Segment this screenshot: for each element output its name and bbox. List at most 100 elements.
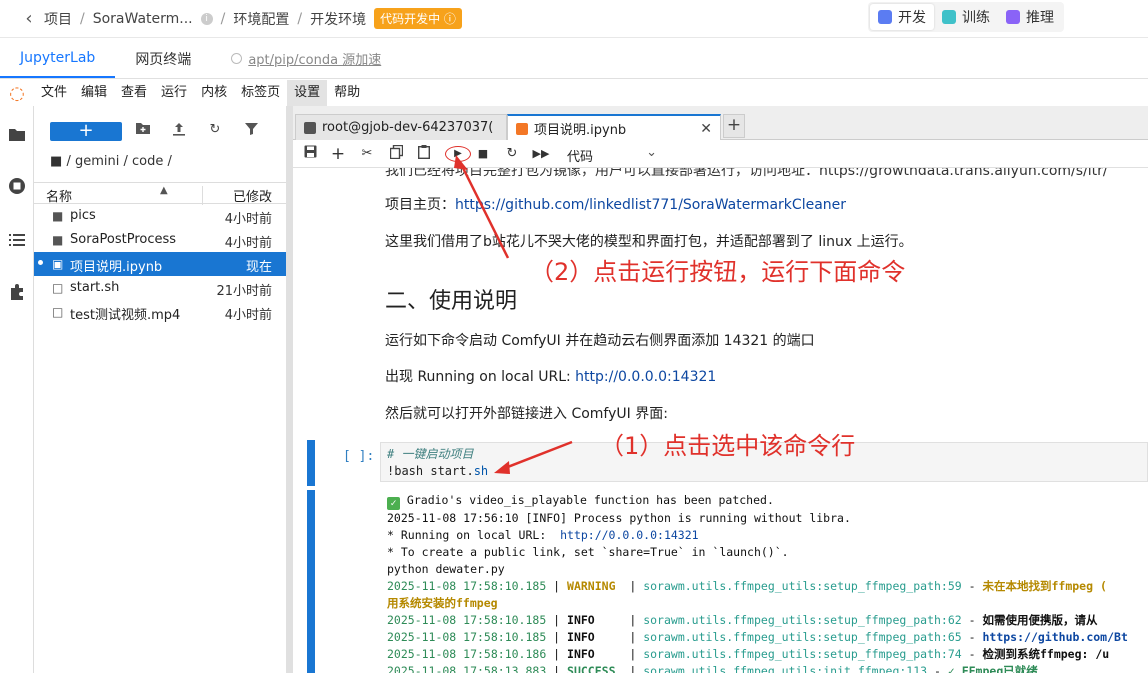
- toc-icon[interactable]: [7, 230, 27, 250]
- file-name: test测试视频.mp4: [70, 308, 181, 323]
- folder-icon: ■: [50, 154, 63, 169]
- file-name: SoraPostProcess: [70, 232, 177, 247]
- chevron-down-icon: ⌄: [646, 145, 657, 160]
- markdown-credit: 这里我们借用了b站花儿不哭大佬的模型和界面打包，并适配部署到了 linux 上运…: [385, 234, 913, 250]
- markdown-homepage: 项目主页：https://github.com/linkedlist771/So…: [385, 197, 847, 213]
- menu-kernel[interactable]: 内核: [194, 80, 234, 106]
- breadcrumb[interactable]: ■ / gemini / code /: [50, 154, 172, 169]
- file-row-start-sh[interactable]: □ start.sh 21小时前: [34, 276, 286, 300]
- cell-output: ✓ Gradio's video_is_playable function ha…: [387, 493, 1128, 673]
- file-modified: 现在: [245, 260, 272, 275]
- tab-label: root@gjob-dev-64237037(: [322, 120, 494, 135]
- notebook-icon: [516, 122, 528, 135]
- stop-icon[interactable]: ■: [474, 145, 492, 163]
- output-url-link[interactable]: http://0.0.0.0:14321: [560, 528, 698, 542]
- close-icon[interactable]: ✕: [700, 121, 712, 137]
- code-command: !bash start.sh: [387, 464, 489, 478]
- breadcrumb-separator: /: [80, 10, 85, 27]
- file-browser: + ↻ ■ / gemini / code / 名称 ▲ 已修改 ■ pics …: [34, 106, 286, 673]
- menu-run[interactable]: 运行: [154, 80, 194, 106]
- mode-switcher: 开发 训练 推理: [868, 2, 1064, 32]
- local-url-link[interactable]: http://0.0.0.0:14321: [575, 369, 716, 385]
- notebook-content: 我们已经将项目完整打包为镜像，用户可以直接部署运行，访问地址：https://g…: [293, 168, 1148, 673]
- folder-icon: ■: [52, 209, 64, 223]
- new-tab-button[interactable]: +: [723, 114, 745, 138]
- folder-icon: ■: [52, 233, 64, 247]
- insert-cell-icon[interactable]: +: [329, 145, 347, 163]
- cell-prompt: [ ]:: [343, 449, 375, 464]
- cell-collapser[interactable]: [307, 440, 315, 486]
- mode-train[interactable]: 训练: [934, 4, 998, 30]
- folder-icon[interactable]: [7, 124, 27, 144]
- annotation-step-1: （1）点击选中该命令行: [600, 432, 856, 460]
- breadcrumb-item[interactable]: 环境配置: [233, 9, 289, 29]
- save-icon[interactable]: [301, 145, 319, 163]
- paste-icon[interactable]: [415, 145, 433, 163]
- breadcrumb-separator: /: [297, 10, 303, 27]
- file-row-test-video[interactable]: □ test测试视频.mp4 4小时前: [34, 300, 286, 324]
- output-collapser[interactable]: [307, 490, 315, 673]
- menu-file[interactable]: 文件: [34, 80, 74, 106]
- tab-mirror-accel[interactable]: apt/pip/conda 源加速: [211, 39, 401, 78]
- running-icon[interactable]: [7, 176, 27, 196]
- sort-ascending-icon[interactable]: ▲: [160, 185, 168, 196]
- notebook-icon: ▣: [52, 257, 64, 271]
- tab-web-terminal[interactable]: 网页终端: [115, 39, 211, 78]
- markdown-line: 我们已经将项目完整打包为镜像，用户可以直接部署运行，访问地址：https://g…: [385, 168, 1108, 179]
- status-badge: 代码开发中 ⓘ: [374, 8, 462, 29]
- homepage-link[interactable]: https://github.com/linkedlist771/SoraWat…: [455, 197, 846, 213]
- menu-view[interactable]: 查看: [114, 80, 154, 106]
- filter-icon[interactable]: [242, 122, 260, 139]
- file-icon: □: [52, 281, 64, 295]
- breadcrumb-item[interactable]: 项目: [44, 9, 72, 29]
- breadcrumb-item[interactable]: SoraWaterm...: [93, 11, 193, 27]
- code-icon: [878, 10, 892, 24]
- file-row-pics[interactable]: ■ pics 4小时前: [34, 204, 286, 228]
- env-tabs: JupyterLab 网页终端 apt/pip/conda 源加速: [0, 39, 1148, 79]
- cut-icon[interactable]: ✂: [358, 145, 376, 163]
- column-name-header[interactable]: 名称: [46, 186, 72, 205]
- markdown-run-desc: 运行如下命令启动 ComfyUI 并在趋动云右侧界面添加 14321 的端口: [385, 333, 815, 349]
- extension-icon[interactable]: [7, 282, 27, 302]
- file-name: start.sh: [70, 280, 120, 295]
- panel-splitter[interactable]: [286, 106, 293, 673]
- menu-edit[interactable]: 编辑: [74, 80, 114, 106]
- file-modified: 4小时前: [224, 236, 272, 251]
- inference-icon: [1006, 10, 1020, 24]
- jupyter-logo-icon: ◌: [9, 82, 25, 104]
- menu-tabs[interactable]: 标签页: [234, 80, 287, 106]
- tab-jupyterlab[interactable]: JupyterLab: [0, 39, 116, 78]
- tab-notebook[interactable]: 项目说明.ipynb ✕: [507, 114, 721, 141]
- new-launcher-button[interactable]: +: [50, 122, 122, 141]
- notebook-tab-bar: root@gjob-dev-64237037( 项目说明.ipynb ✕ +: [293, 106, 1148, 141]
- link-icon: [231, 53, 243, 64]
- new-folder-icon[interactable]: [134, 122, 152, 139]
- run-cell-button[interactable]: ▶: [445, 146, 471, 162]
- menu-bar: ◌ 文件 编辑 查看 运行 内核 标签页 设置 帮助: [0, 80, 1148, 106]
- menu-help[interactable]: 帮助: [327, 80, 367, 106]
- tab-terminal[interactable]: root@gjob-dev-64237037(: [295, 114, 507, 140]
- activity-bar: [0, 106, 34, 673]
- train-icon: [942, 10, 956, 24]
- file-row-notebook[interactable]: ▣ 项目说明.ipynb 现在: [34, 252, 286, 276]
- copy-icon[interactable]: [387, 144, 405, 163]
- tab-label: 项目说明.ipynb: [534, 123, 627, 138]
- file-modified: 4小时前: [224, 308, 272, 323]
- file-modified: 4小时前: [224, 212, 272, 227]
- restart-icon[interactable]: ↻: [503, 145, 521, 163]
- annotation-step-2: （2）点击运行按钮，运行下面命令: [530, 258, 906, 286]
- upload-icon[interactable]: [170, 122, 188, 140]
- file-modified: 21小时前: [216, 284, 272, 299]
- column-modified-header[interactable]: 已修改: [201, 186, 272, 205]
- info-icon[interactable]: i: [200, 12, 213, 25]
- markdown-then: 然后就可以打开外部链接进入 ComfyUI 界面:: [385, 406, 668, 422]
- fast-forward-icon[interactable]: ▶▶: [532, 145, 550, 163]
- markdown-appear: 出现 Running on local URL: http://0.0.0.0:…: [385, 369, 717, 385]
- back-icon[interactable]: ‹: [14, 8, 44, 29]
- mode-develop[interactable]: 开发: [870, 4, 934, 30]
- mode-inference[interactable]: 推理: [998, 4, 1062, 30]
- cell-type-select[interactable]: 代码 ⌄: [567, 145, 657, 165]
- refresh-icon[interactable]: ↻: [206, 122, 224, 137]
- file-row-sorapostprocess[interactable]: ■ SoraPostProcess 4小时前: [34, 228, 286, 252]
- menu-settings[interactable]: 设置: [287, 80, 328, 106]
